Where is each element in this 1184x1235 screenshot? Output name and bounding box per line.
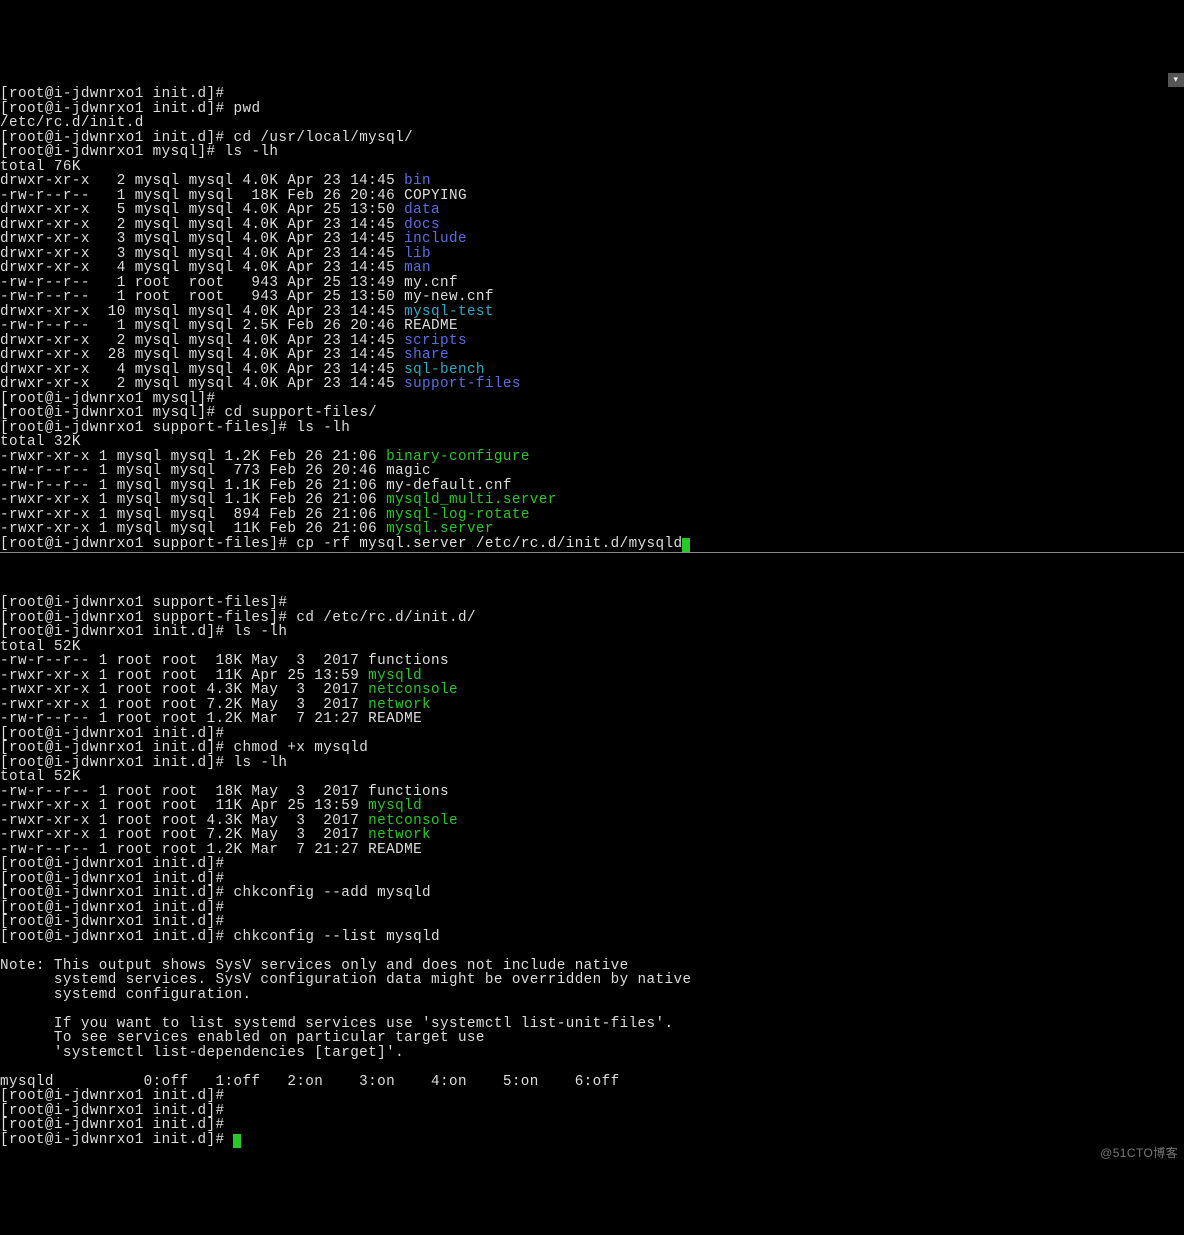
ls-listing: -rw-r--r-- 1 root root 18K May 3 2017 fu… — [0, 784, 458, 858]
cmd-chkconfig-add: chkconfig --add mysqld — [233, 885, 431, 901]
prompt: [root@i-jdwnrxo1 init.d]# — [0, 929, 225, 945]
scrollbar-down-icon[interactable]: ▾ — [1168, 73, 1184, 87]
chkconfig-note: Note: This output shows SysV services on… — [0, 958, 691, 1061]
prompt: [root@i-jdwnrxo1 support-files]# — [0, 536, 287, 552]
cmd-ls: ls -lh — [233, 624, 287, 640]
ls-listing: -rw-r--r-- 1 root root 18K May 3 2017 fu… — [0, 653, 458, 727]
cmd-ls: ls -lh — [233, 755, 287, 771]
cmd-pwd: pwd — [233, 101, 260, 117]
terminal-pane-bottom[interactable]: [root@i-jdwnrxo1 support-files]# [root@i… — [0, 582, 1184, 1163]
cursor-icon — [233, 1134, 241, 1148]
prompt: [root@i-jdwnrxo1 init.d]# — [0, 1132, 225, 1148]
cursor-icon — [682, 538, 690, 552]
cmd-cp: cp -rf mysql.server /etc/rc.d/init.d/mys… — [296, 536, 682, 552]
ls-listing: -rwxr-xr-x 1 mysql mysql 1.2K Feb 26 21:… — [0, 449, 557, 538]
watermark: @51CTO博客 — [1100, 1146, 1178, 1161]
cmd-ls: ls -lh — [225, 144, 279, 160]
cmd-ls: ls -lh — [296, 420, 350, 436]
cmd-cd-initd: cd /etc/rc.d/init.d/ — [296, 610, 476, 626]
cmd-chkconfig-list: chkconfig --list mysqld — [233, 929, 440, 945]
ls-listing: drwxr-xr-x 2 mysql mysql 4.0K Apr 23 14:… — [0, 173, 521, 392]
terminal-pane-top[interactable]: [root@i-jdwnrxo1 init.d]# [root@i-jdwnrx… — [0, 73, 1184, 553]
